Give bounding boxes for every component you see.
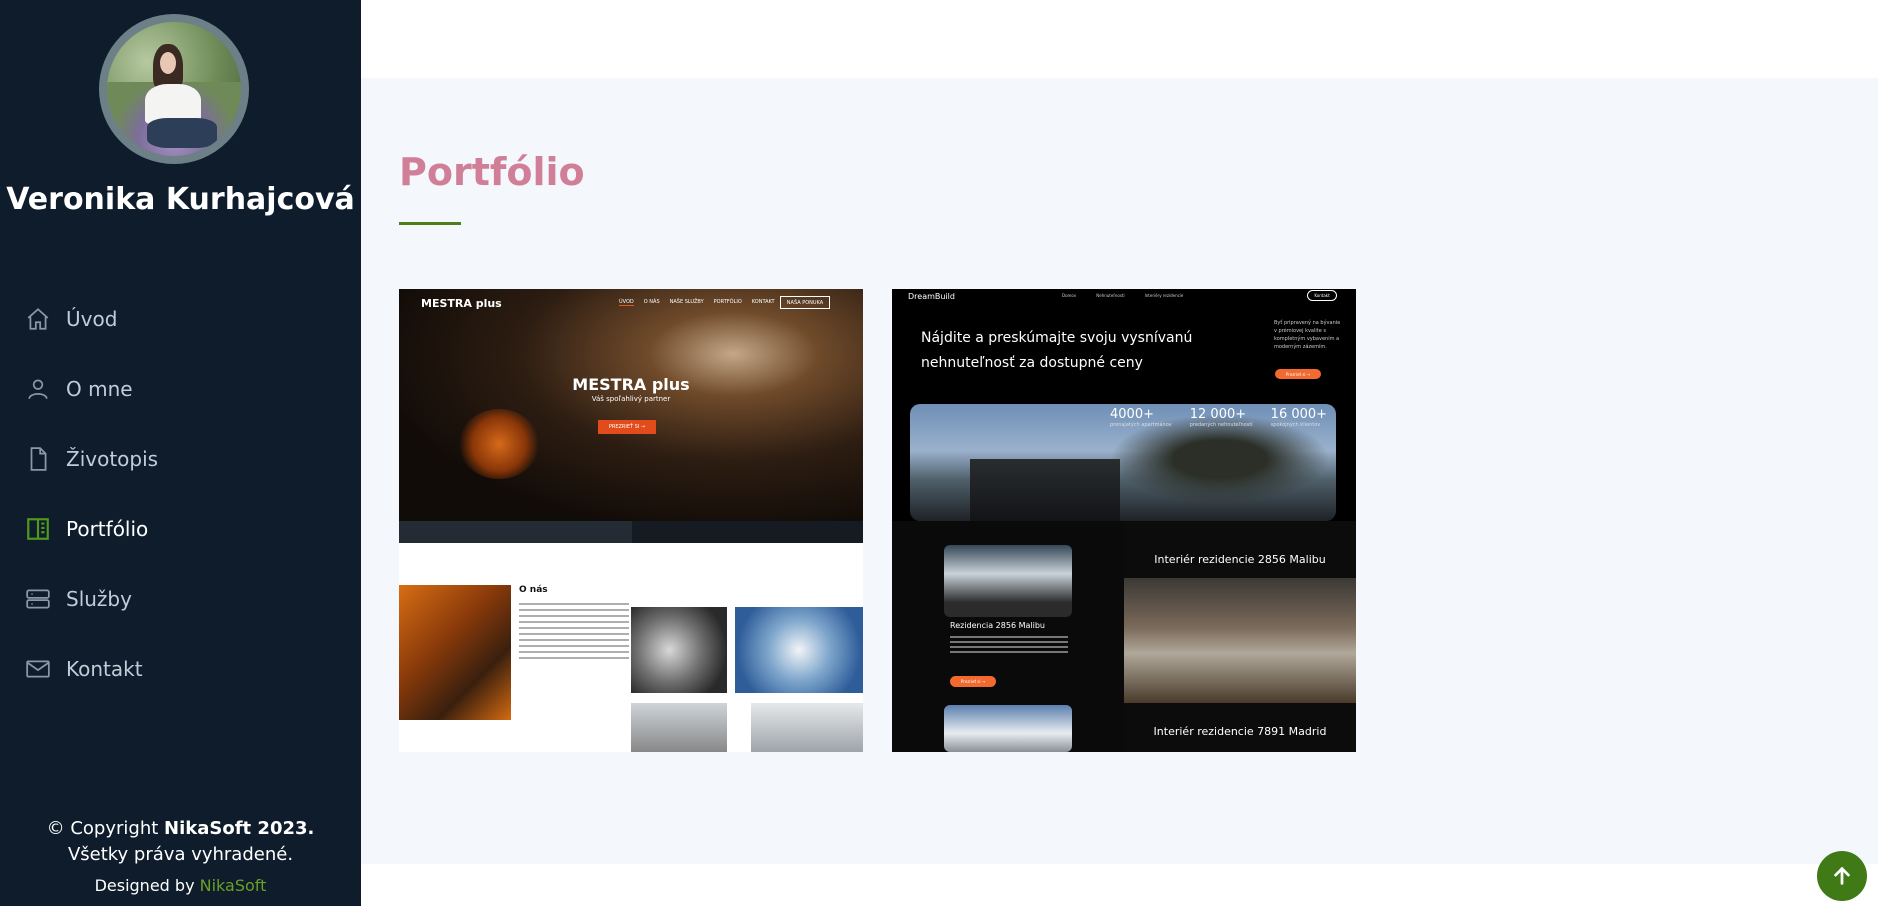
rights-line: Všetky práva vyhradené. [67, 844, 294, 865]
main-top-spacer [361, 0, 1878, 78]
section-title: Portfólio [399, 150, 585, 194]
card-nav-item: ÚVOD [619, 299, 634, 306]
sidebar-nav: Úvod O mne Životopis Portfólio Služby Ko… [24, 284, 158, 704]
card-nav: ÚVOD O NÁS NAŠE SLUŽBY PORTFÓLIO KONTAKT [619, 299, 775, 306]
sidebar-item-label: Služby [66, 587, 132, 611]
tile-title: Rezidencia 2856 Malibu [950, 621, 1045, 630]
sidebar-item-label: Portfólio [66, 517, 149, 541]
avatar [99, 14, 249, 164]
interior-title: Interiér rezidencie 7891 Madrid [1153, 725, 1327, 738]
about-title: O nás [519, 585, 548, 595]
card-nav-item: O NÁS [643, 299, 660, 305]
house-image [944, 705, 1072, 752]
portfolio-section: Portfólio MESTRA plus ÚVOD O NÁS NAŠE SL… [361, 78, 1878, 864]
card-side-text: Byť pripravený na bývanie v prémiovej kv… [1274, 320, 1341, 350]
stats-row: 4000+ prenajatých apartmánov 12 000+ preda… [1110, 407, 1327, 428]
sidebar: Veronika Kurhajcová Úvod O mne Životopis… [0, 0, 361, 906]
card-nav-item: PORTFÓLIO [713, 299, 742, 305]
card-headline: Nájdite a preskúmajte svoju vysnívanú ne… [921, 330, 1193, 371]
house-image [944, 545, 1072, 617]
portfolio-card-dreambuild[interactable]: DreamBuild Domov Nehnuteľnosti Interiéry… [892, 289, 1356, 752]
sidebar-item-label: Životopis [66, 447, 159, 471]
machine-image [751, 703, 863, 752]
machine-image [631, 703, 727, 752]
title-underline [399, 222, 461, 225]
file-icon [24, 445, 52, 473]
book-icon [24, 515, 52, 543]
sidebar-item-sluzby[interactable]: Služby [24, 564, 158, 634]
hero-image [399, 289, 863, 521]
designer-link[interactable]: NikaSoft [200, 876, 267, 895]
gears-image [735, 607, 863, 693]
card-nav-item: KONTAKT [751, 299, 775, 305]
card-nav-item: Domov [1062, 293, 1077, 298]
card-nav-item: Nehnuteľnosti [1096, 293, 1125, 298]
card-logo: DreamBuild [908, 292, 955, 301]
card-cta-top: NAŠA PONUKA [780, 296, 830, 309]
sidebar-item-o-mne[interactable]: O mne [24, 354, 158, 424]
interior-image [1124, 578, 1356, 703]
card-nav: Domov Nehnuteľnosti Interiéry rezidencie [1062, 293, 1183, 298]
stat: 16 000+ spokojných klientov [1270, 407, 1328, 428]
tile-button: Prezrieť si → [950, 676, 996, 687]
card-logo: MESTRA plus [421, 297, 502, 310]
sidebar-item-label: Kontakt [66, 657, 143, 681]
card-cta: PREZRIEŤ SI → [598, 420, 656, 434]
profile-name: Veronika Kurhajcová [6, 182, 355, 217]
scroll-to-top-button[interactable] [1817, 851, 1867, 901]
sidebar-item-kontakt[interactable]: Kontakt [24, 634, 158, 704]
card-headline: MESTRA plus [572, 375, 690, 394]
main-bottom-spacer [361, 864, 1878, 906]
stat: 12 000+ predaných nehnuteľností [1189, 407, 1253, 428]
card-nav-item: Interiéry rezidencie [1144, 293, 1184, 298]
interior-title: Interiér rezidencie 2856 Malibu [1154, 553, 1326, 566]
card-nav-item: NAŠE SLUŽBY [669, 299, 704, 305]
user-icon [24, 375, 52, 403]
copyright-prefix: © Copyright [46, 818, 165, 839]
envelope-icon [24, 655, 52, 683]
sidebar-item-portfolio[interactable]: Portfólio [24, 494, 158, 564]
sidebar-item-label: O mne [66, 377, 133, 401]
designed-by-line: Designed by NikaSoft [0, 876, 361, 895]
stat: 4000+ prenajatých apartmánov [1110, 407, 1172, 428]
server-icon [24, 585, 52, 613]
portfolio-card-mestra[interactable]: MESTRA plus ÚVOD O NÁS NAŠE SLUŽBY PORTF… [399, 289, 863, 752]
sidebar-item-label: Úvod [66, 307, 118, 331]
about-text-lines [519, 599, 629, 663]
card-strip [632, 521, 863, 543]
card-contact-button: Kontakt [1307, 290, 1337, 301]
sidebar-item-zivotopis[interactable]: Životopis [24, 424, 158, 494]
card-cta: Prezrieť si → [1275, 369, 1321, 379]
copyright-line: © Copyright NikaSoft 2023. [0, 818, 361, 839]
arrow-up-icon [1834, 866, 1850, 885]
copyright-brand: NikaSoft 2023. [164, 818, 315, 839]
gears-image [631, 607, 727, 693]
about-image [399, 585, 511, 720]
designed-by-text: Designed by [94, 876, 200, 895]
sidebar-item-uvod[interactable]: Úvod [24, 284, 158, 354]
card-subline: Váš spoľahlivý partner [591, 395, 671, 403]
home-icon [24, 305, 52, 333]
tile-text-lines [950, 633, 1068, 656]
